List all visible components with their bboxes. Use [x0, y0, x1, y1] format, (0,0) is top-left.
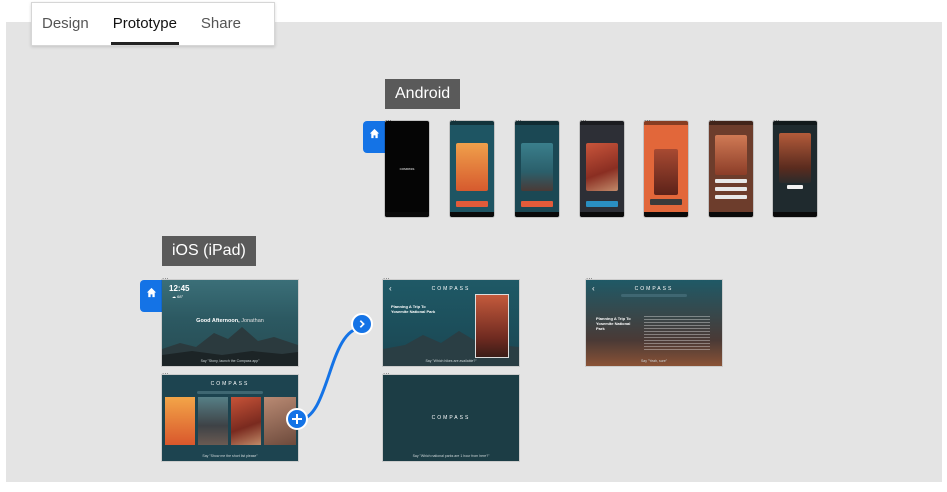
voice-hint: Say "Show me the short list please" [202, 454, 258, 458]
android-screen-splash[interactable]: COMPASS [385, 121, 429, 217]
android-status-bar [515, 121, 559, 125]
trip-title: Planning A Trip To Yosemite National Par… [596, 316, 631, 331]
compass-brand: COMPASS [210, 381, 250, 387]
ipad-compass-cards-screen[interactable]: COMPASS Say "Show me the short list plea… [162, 375, 298, 461]
ipad-trip-detail-screen[interactable]: ‹ COMPASS Planning A Trip To Yosemite Na… [383, 280, 519, 366]
android-navbar [773, 212, 817, 217]
android-navbar [450, 212, 494, 217]
home-icon [369, 128, 379, 139]
ipad-home-screen[interactable]: 12:45 ☁ 68° Good Afternoon, Jonathan Say… [162, 280, 298, 366]
android-status-bar [773, 121, 817, 125]
android-card [456, 143, 488, 191]
home-icon [146, 287, 156, 298]
ipad-splash-screen[interactable]: COMPASS Say "Which national parks are 1 … [383, 375, 519, 461]
android-screen-card-red[interactable] [580, 121, 624, 217]
android-option [787, 185, 803, 189]
clock-time: 12:45 [169, 284, 190, 293]
trip-description [644, 316, 710, 352]
weather-readout: ☁ 68° [172, 294, 184, 299]
android-navbar [644, 212, 688, 217]
android-card [715, 135, 747, 175]
trip-title: Planning A Trip To Yosemite National Par… [391, 304, 436, 314]
android-brand: COMPASS [399, 167, 415, 171]
android-action-button [456, 201, 488, 207]
tab-prototype[interactable]: Prototype [101, 3, 189, 45]
mode-tabs: Design Prototype Share [31, 2, 275, 46]
ios-group-label[interactable]: iOS (iPad) [162, 236, 256, 266]
trip-photo-card [475, 294, 509, 358]
tab-share[interactable]: Share [189, 3, 253, 45]
android-option [715, 187, 747, 191]
android-status-bar [450, 121, 494, 125]
home-flag-ios[interactable] [140, 280, 162, 312]
greeting-text: Good Afternoon, Jonathan [162, 318, 298, 324]
android-screen-detail-rock[interactable] [709, 121, 753, 217]
home-flag-android[interactable] [363, 121, 385, 153]
voice-hint: Say "Yeah, sure" [640, 359, 668, 363]
android-action-button [650, 199, 682, 205]
card-red [231, 397, 261, 445]
card-orange [165, 397, 195, 445]
filter-tabs [197, 391, 263, 394]
add-interaction-button[interactable] [286, 408, 308, 430]
android-screen-detail-dark[interactable] [773, 121, 817, 217]
android-screen-card-teal[interactable] [515, 121, 559, 217]
android-navbar [515, 212, 559, 217]
android-group-label[interactable]: Android [385, 79, 461, 109]
tab-design[interactable]: Design [32, 3, 101, 45]
compass-brand: COMPASS [431, 415, 471, 421]
plus-icon [292, 414, 302, 424]
android-status-bar [644, 121, 688, 125]
android-card [521, 143, 553, 191]
compass-brand: COMPASS [431, 286, 471, 292]
android-option [715, 179, 747, 183]
chevron-right-icon [359, 320, 365, 328]
android-status-bar [709, 121, 753, 125]
android-card [654, 149, 678, 195]
voice-hint: Say "Which hikes are available?" [425, 359, 477, 363]
greeting: Good Afternoon, [196, 318, 240, 324]
voice-hint: Say "Stony, launch the Compass app" [200, 359, 260, 363]
android-option [715, 195, 747, 199]
android-action-button [586, 201, 618, 207]
android-navbar [580, 212, 624, 217]
android-navbar [709, 212, 753, 217]
voice-hint: Say "Which national parks are 1 hour fro… [412, 454, 490, 458]
filter-tabs [621, 294, 687, 297]
android-navbar [385, 212, 429, 217]
user-name: Jonathan [241, 318, 264, 324]
android-action-button [521, 201, 553, 207]
ipad-trip-text-screen[interactable]: ‹ COMPASS Planning A Trip To Yosemite Na… [586, 280, 722, 366]
android-screen-card-orange[interactable] [450, 121, 494, 217]
card-teal [198, 397, 228, 445]
compass-brand: COMPASS [634, 286, 674, 292]
android-status-bar [580, 121, 624, 125]
interaction-target-handle[interactable] [351, 313, 373, 335]
weather-temp: 68° [177, 294, 184, 299]
android-card [779, 133, 811, 183]
android-screen-detail-orange[interactable] [644, 121, 688, 217]
android-card [586, 143, 618, 191]
